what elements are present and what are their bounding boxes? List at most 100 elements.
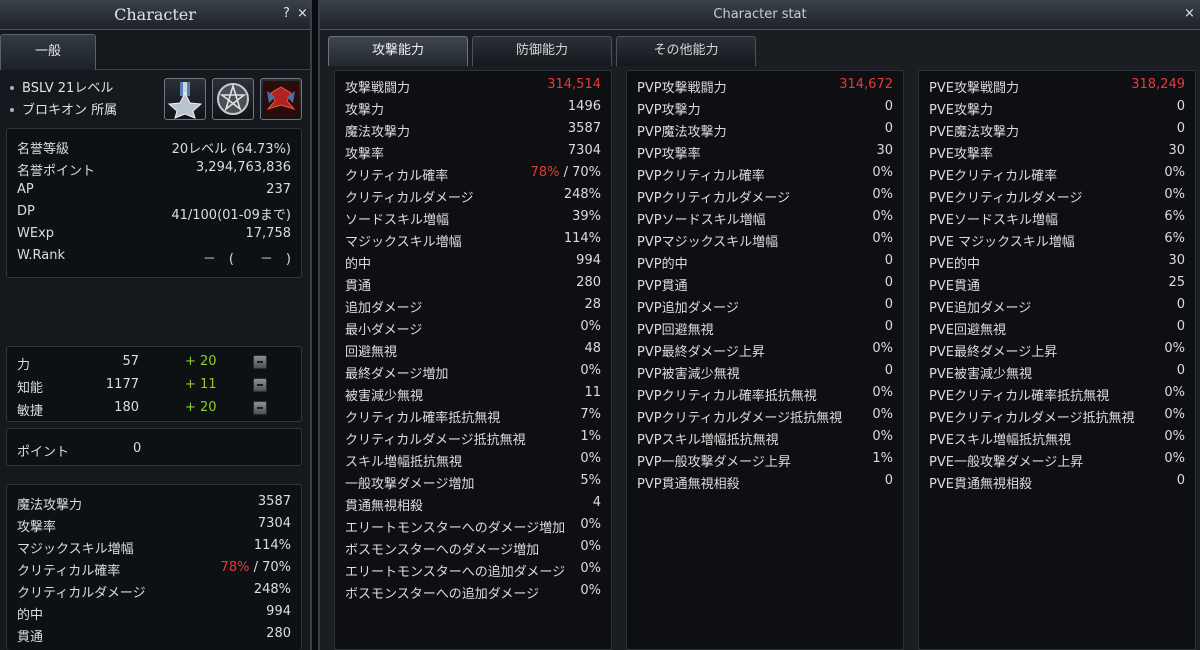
close-button[interactable]: × [297, 6, 308, 21]
stat-row: PVPクリティカル確率 0% [627, 162, 903, 184]
stat-row: PVE魔法攻撃力 0 [919, 118, 1195, 140]
stat-label: 魔法攻撃力 [345, 125, 411, 140]
stat-value: 25 [1168, 275, 1185, 290]
stat-value: 0% [872, 209, 893, 224]
stat-row: PVP回避無視 0 [627, 316, 903, 338]
points-panel: ポイント 0 [6, 428, 302, 466]
stat-value: 0 [884, 275, 893, 290]
stat-row: PVE被害減少無視 0 [919, 360, 1195, 382]
stat-value: 0% [872, 165, 893, 180]
stat-label: PVE攻撃率 [929, 147, 993, 162]
decrease-strength-button[interactable] [253, 355, 267, 369]
character-stat-window: Character stat × 攻撃能力 防御能力 その他能力 攻撃戦闘力 31… [318, 0, 1200, 650]
tab-other[interactable]: その他能力 [616, 36, 756, 66]
stat-row: PVE的中 30 [919, 250, 1195, 272]
stat-row: PVP攻撃率 30 [627, 140, 903, 162]
stat-label: エリートモンスターへのダメージ増加 [345, 521, 566, 536]
stat-value: 0% [1164, 407, 1185, 422]
stat-label: 攻撃力 [345, 103, 385, 118]
stat-label: PVEクリティカル確率抵抗無視 [929, 389, 1110, 404]
stat-value: 30 [1168, 253, 1185, 268]
decrease-dexterity-button[interactable] [253, 401, 267, 415]
stat-row: 最小ダメージ 0% [335, 316, 611, 338]
stat-label: PVPマジックスキル増幅 [637, 235, 779, 250]
tab-defense[interactable]: 防御能力 [472, 36, 612, 66]
stat-value: 11 [584, 385, 601, 400]
stat-label: PVE追加ダメージ [929, 301, 1032, 316]
tab-general[interactable]: 一般 [0, 34, 96, 70]
bullet-icon [10, 85, 14, 90]
stat-row: PVEクリティカル確率 0% [919, 162, 1195, 184]
stat-value: 0% [580, 451, 601, 466]
stat-row: PVE貫通無視相殺 0 [919, 470, 1195, 492]
stat-value: 0% [1164, 341, 1185, 356]
stat-value: 0% [580, 561, 601, 576]
stat-row: PVE攻撃戦闘力 318,249 [919, 74, 1195, 96]
stat-value: 0 [884, 253, 893, 268]
stat-value: 30 [1168, 143, 1185, 158]
stat-label: PVE攻撃力 [929, 103, 993, 118]
close-button[interactable]: × [1184, 6, 1195, 21]
stat-label: PVE回避無視 [929, 323, 1006, 338]
stat-value: 0 [1176, 99, 1185, 114]
stat-row: 攻撃率 7304 [335, 140, 611, 162]
stat-label: 的中 [345, 257, 372, 272]
character-titlebar[interactable]: Character ? × [0, 0, 310, 30]
stat-value: 1496 [567, 99, 601, 114]
stat-value: 114% [563, 231, 601, 246]
stat-value: 994 [576, 253, 601, 268]
stat-value: 0% [580, 319, 601, 334]
stat-row: PVE攻撃力 0 [919, 96, 1195, 118]
stat-value: 4 [592, 495, 601, 510]
stat-value: 0% [872, 429, 893, 444]
stat-value: 78% / 70% [530, 165, 601, 180]
stat-label: 攻撃戦闘力 [345, 81, 411, 96]
stat-value: 0 [884, 473, 893, 488]
stat-row: PVPマジックスキル増幅 0% [627, 228, 903, 250]
stat-label: PVE攻撃戦闘力 [929, 81, 1019, 96]
stat-label: クリティカルダメージ [345, 191, 474, 206]
legion-crest-icon[interactable] [260, 78, 302, 120]
stat-value: 0% [872, 231, 893, 246]
stat-value: 6% [1164, 209, 1185, 224]
stat-label: PVP的中 [637, 257, 688, 272]
stat-row: ボスモンスターへのダメージ増加 0% [335, 536, 611, 558]
stat-row: PVP攻撃力 0 [627, 96, 903, 118]
stat-row: 名誉ポイント 3,294,763,836 [17, 160, 291, 179]
stat-row: PVPスキル増幅抵抗無視 0% [627, 426, 903, 448]
stat-label: PVPソードスキル増幅 [637, 213, 766, 228]
character-stat-titlebar[interactable]: Character stat × [320, 0, 1200, 30]
stat-row: 攻撃力 1496 [335, 96, 611, 118]
stat-label: PVE被害減少無視 [929, 367, 1032, 382]
stat-value: 248% [563, 187, 601, 202]
tab-attack[interactable]: 攻撃能力 [328, 36, 468, 66]
stat-label: ボスモンスターへのダメージ増加 [345, 543, 540, 558]
stat-value: 0% [1164, 187, 1185, 202]
stat-label: PVEクリティカル確率 [929, 169, 1058, 184]
character-tabs: 一般 [0, 32, 312, 70]
stat-row: PVPクリティカルダメージ 0% [627, 184, 903, 206]
stat-row: ソードスキル増幅 39% [335, 206, 611, 228]
stat-label: スキル増幅抵抗無視 [345, 455, 463, 470]
help-button[interactable]: ? [283, 6, 290, 21]
stat-value: 280 [576, 275, 601, 290]
stat-label: 最小ダメージ [345, 323, 423, 338]
decrease-intelligence-button[interactable] [253, 378, 267, 392]
stat-row: 魔法攻撃力 3587 [17, 494, 291, 513]
stat-value: 0 [1176, 363, 1185, 378]
stat-row: 貫通 280 [17, 626, 291, 645]
stat-label: PVP攻撃戦闘力 [637, 81, 727, 96]
stat-value: 0 [884, 319, 893, 334]
stat-label: PVP貫通無視相殺 [637, 477, 740, 492]
stat-row: PVE回避無視 0 [919, 316, 1195, 338]
pve-stats-column: PVE攻撃戦闘力 318,249 PVE攻撃力 0 PVE魔法攻撃力 0 PVE攻撃率 30 P… [918, 70, 1196, 650]
stat-row: PVE追加ダメージ 0 [919, 294, 1195, 316]
stat-value: 5% [580, 473, 601, 488]
character-window: Character ? × 一般 BSLV 21レベル ブロキオン 所属 名誉等… [0, 0, 312, 650]
stat-value: 48 [584, 341, 601, 356]
medal-star-icon[interactable] [164, 78, 206, 120]
stat-row: PVE マジックスキル増幅 6% [919, 228, 1195, 250]
pentagram-icon[interactable] [212, 78, 254, 120]
stat-value: 0% [872, 341, 893, 356]
stat-label: PVPクリティカルダメージ [637, 191, 791, 206]
